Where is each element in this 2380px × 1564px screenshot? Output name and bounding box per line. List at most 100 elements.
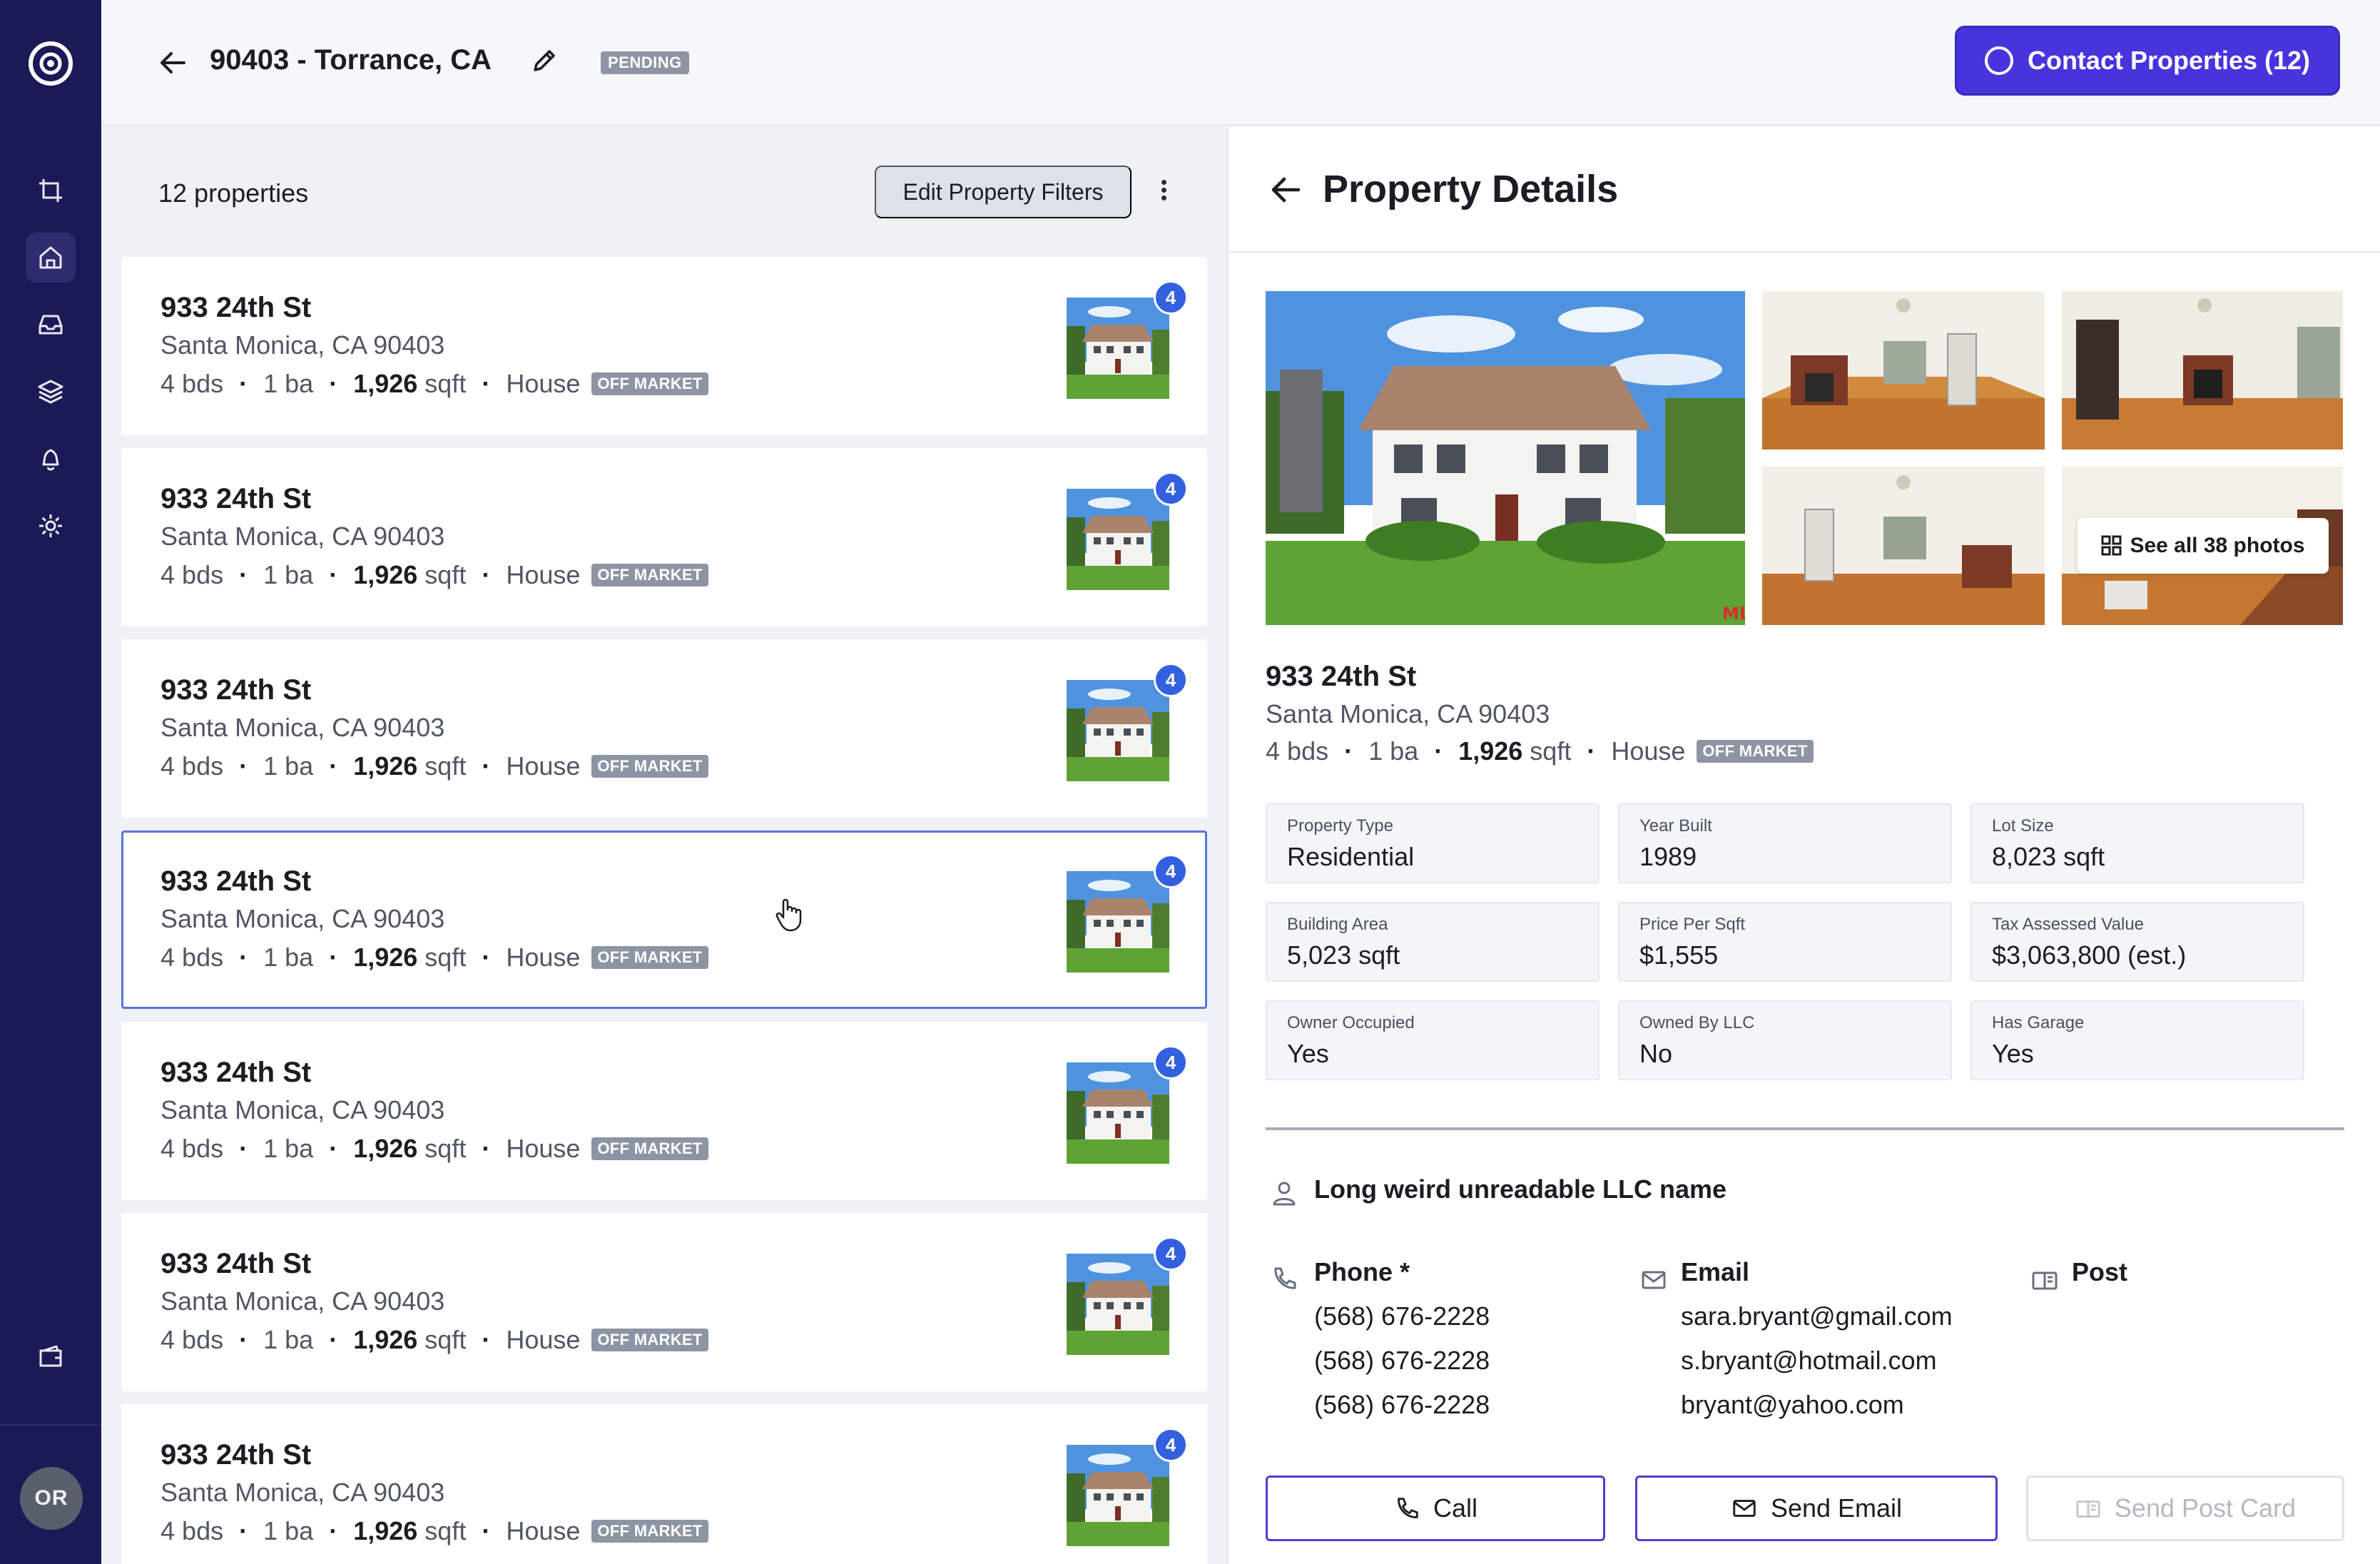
fact-owned-by-llc: Owned By LLC No: [1618, 1000, 1952, 1080]
main-property-photo[interactable]: MLS: [1266, 291, 1745, 625]
property-card[interactable]: 933 24th St Santa Monica, CA 90403 4 bds…: [121, 639, 1207, 818]
fact-building-area: Building Area 5,023 sqft: [1266, 902, 1600, 982]
email-address[interactable]: bryant@yahoo.com: [1681, 1390, 1904, 1420]
call-button-label: Call: [1433, 1493, 1478, 1523]
property-thumbnail[interactable]: [1067, 871, 1169, 973]
property-thumbnail[interactable]: [1067, 1062, 1169, 1164]
gear-icon: [39, 514, 62, 537]
property-card[interactable]: 933 24th St Santa Monica, CA 90403 4 bds…: [121, 1022, 1207, 1200]
wallet-icon: [39, 1345, 62, 1367]
baths-unit: ba: [285, 751, 314, 781]
photo-count-badge: 4: [1154, 1045, 1188, 1080]
fact-label: Tax Assessed Value: [1992, 915, 2145, 934]
fact-label: Owned By LLC: [1639, 1013, 1755, 1032]
fact-label: Price Per Sqft: [1639, 915, 1746, 934]
phone-number[interactable]: (568) 676-2228: [1314, 1346, 1490, 1376]
sqft-unit: sqft: [424, 369, 467, 398]
user-icon: [1273, 1182, 1296, 1206]
beds-unit: bds: [182, 1134, 224, 1163]
property-thumbnail[interactable]: [1067, 298, 1169, 399]
property-thumbnail[interactable]: [1067, 489, 1169, 590]
property-photo[interactable]: [2062, 291, 2343, 450]
photo-count-badge: 4: [1154, 280, 1188, 315]
sidebar-item-notifications[interactable]: [26, 434, 76, 484]
property-card[interactable]: 933 24th St Santa Monica, CA 90403 4 bds…: [121, 257, 1207, 435]
email-label: Email: [1681, 1257, 1750, 1286]
property-city: Santa Monica, CA 90403: [161, 522, 445, 551]
property-photo[interactable]: [1762, 291, 2045, 450]
off-market-badge: OFF MARKET: [591, 1137, 708, 1160]
photo-count-badge: 4: [1154, 1428, 1188, 1462]
owner-name: Long weird unreadable LLC name: [1314, 1174, 1727, 1204]
property-address: 933 24th St: [161, 865, 312, 897]
sqft-value: 1,926: [353, 943, 418, 972]
photo-count-badge: 4: [1154, 854, 1188, 888]
section-divider: [1266, 1127, 2344, 1130]
email-address[interactable]: s.bryant@hotmail.com: [1681, 1346, 1937, 1376]
beds-value: 4: [161, 1325, 176, 1354]
property-thumbnail[interactable]: [1067, 1254, 1169, 1355]
property-card[interactable]: 933 24th St Santa Monica, CA 90403 4 bds…: [121, 831, 1207, 1009]
phone-number[interactable]: (568) 676-2228: [1314, 1390, 1490, 1420]
baths-unit: ba: [1390, 736, 1419, 766]
inbox-icon: [39, 315, 63, 335]
more-options-icon[interactable]: [1153, 177, 1174, 207]
edit-property-filters-button[interactable]: Edit Property Filters: [875, 166, 1131, 218]
property-thumbnail[interactable]: [1067, 680, 1169, 781]
pencil-icon[interactable]: [529, 46, 559, 76]
fact-value: $1,555: [1639, 940, 1719, 970]
property-city: Santa Monica, CA 90403: [161, 904, 445, 933]
fact-price-per-sqft: Price Per Sqft $1,555: [1618, 902, 1952, 982]
property-type: House: [506, 1134, 581, 1163]
details-address: 933 24th St: [1266, 661, 1417, 692]
back-arrow-icon[interactable]: [1268, 173, 1303, 207]
property-list-panel: 12 properties Edit Property Filters 933 …: [101, 127, 1227, 1564]
sqft-unit: sqft: [424, 751, 467, 781]
property-address: 933 24th St: [161, 674, 312, 706]
back-arrow-icon[interactable]: [157, 47, 188, 78]
sidebar-item-home[interactable]: [26, 233, 76, 283]
fact-label: Owner Occupied: [1287, 1013, 1415, 1032]
phone-number[interactable]: (568) 676-2228: [1314, 1301, 1490, 1331]
call-button[interactable]: Call: [1266, 1476, 1605, 1541]
property-type: House: [1611, 736, 1686, 766]
send-post-card-button[interactable]: Send Post Card: [2026, 1476, 2344, 1541]
sqft-value: 1,926: [353, 369, 418, 398]
sidebar-item-wallet[interactable]: [26, 1331, 76, 1381]
property-card[interactable]: 933 24th St Santa Monica, CA 90403 4 bds…: [121, 1213, 1207, 1391]
sidebar-item-inbox[interactable]: [26, 300, 76, 350]
contact-properties-button[interactable]: Contact Properties (12): [1955, 26, 2340, 96]
property-card[interactable]: 933 24th St Santa Monica, CA 90403 4 bds…: [121, 1404, 1207, 1564]
photo-count-badge: 4: [1154, 472, 1188, 506]
details-city: Santa Monica, CA 90403: [1266, 699, 1550, 728]
avatar[interactable]: OR: [20, 1467, 83, 1530]
baths-unit: ba: [285, 1516, 314, 1545]
email-address[interactable]: sara.bryant@gmail.com: [1681, 1301, 1953, 1331]
sidebar-item-layers[interactable]: [26, 367, 76, 417]
home-icon: [39, 246, 62, 269]
fact-label: Building Area: [1287, 915, 1388, 934]
property-card[interactable]: 933 24th St Santa Monica, CA 90403 4 bds…: [121, 448, 1207, 626]
mail-icon: [1733, 1500, 1756, 1517]
see-all-photos-button[interactable]: See all 38 photos: [2078, 518, 2329, 574]
phone-label: Phone *: [1314, 1257, 1410, 1286]
sidebar-divider: [0, 1424, 101, 1426]
send-email-button-label: Send Email: [1770, 1493, 1903, 1523]
baths-value: 1: [263, 1134, 278, 1163]
app-logo-icon[interactable]: [27, 40, 74, 87]
property-thumbnail[interactable]: [1067, 1445, 1169, 1546]
property-photo[interactable]: [1762, 467, 2045, 625]
property-details-panel: Property Details ML See all 38 photos 93…: [1227, 127, 2380, 1564]
off-market-badge: OFF MARKET: [591, 564, 708, 586]
beds-unit: bds: [182, 1516, 224, 1545]
beds-unit: bds: [182, 1325, 224, 1354]
details-header: Property Details: [1229, 127, 2380, 253]
fact-value: Residential: [1287, 842, 1415, 871]
send-email-button[interactable]: Send Email: [1635, 1476, 1998, 1541]
sidebar-item-crop[interactable]: [26, 166, 76, 215]
fact-value: 8,023 sqft: [1992, 842, 2105, 871]
property-type: House: [506, 560, 581, 589]
crop-icon: [39, 179, 62, 202]
contact-properties-label: Contact Properties (12): [2027, 46, 2311, 75]
sidebar-item-settings[interactable]: [26, 501, 76, 551]
